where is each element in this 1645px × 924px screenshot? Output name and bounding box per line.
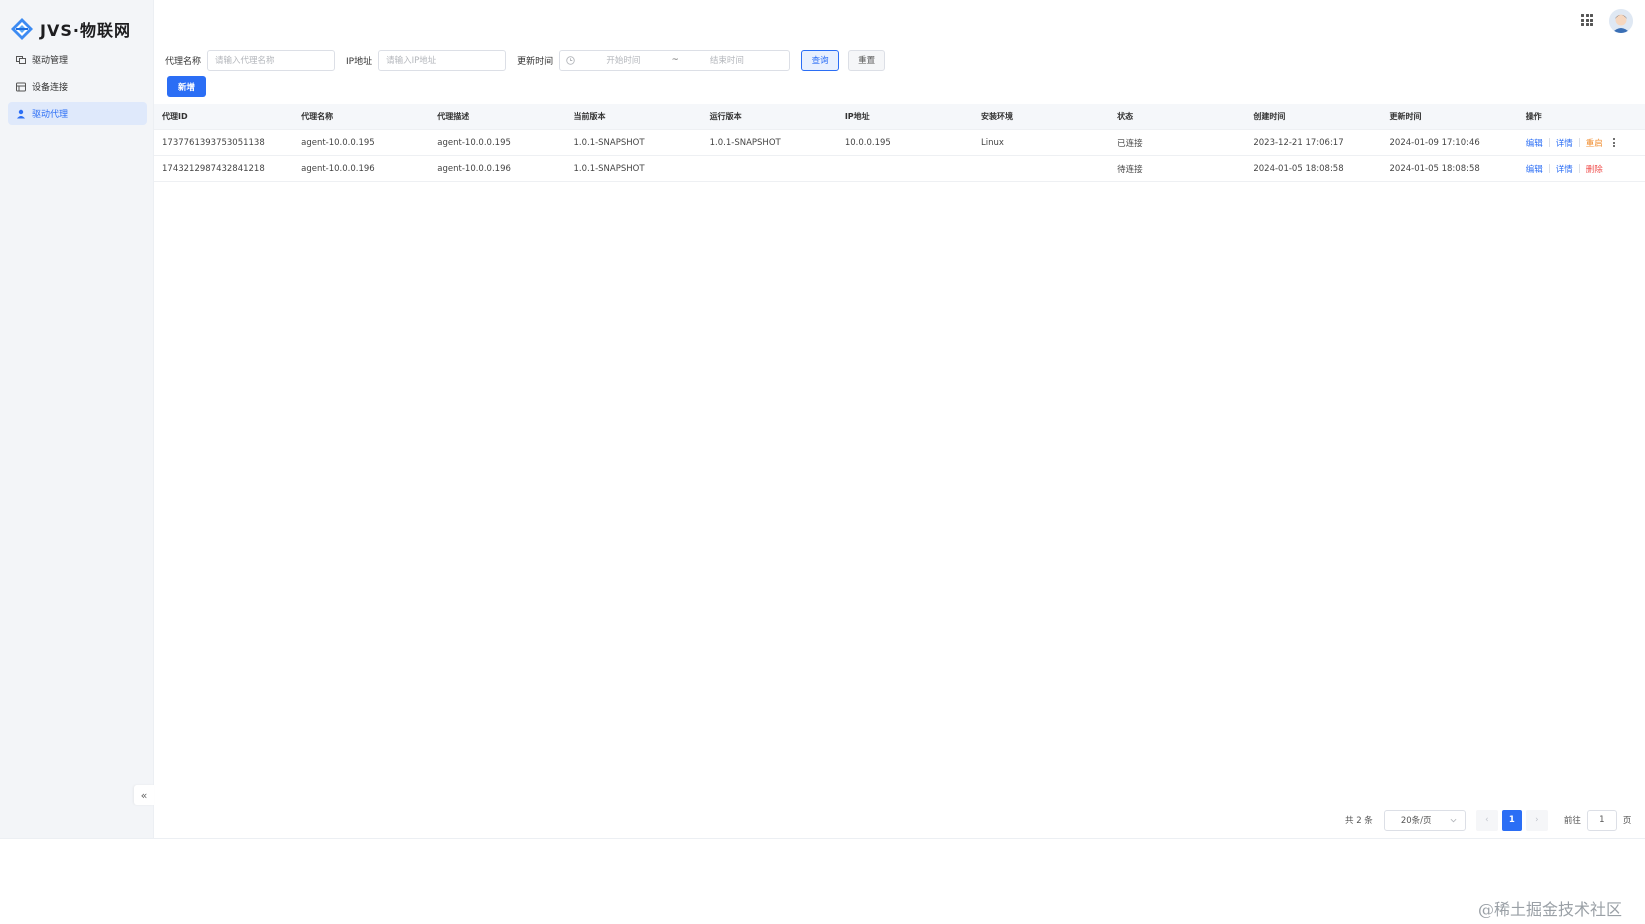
divider [1578, 138, 1580, 147]
delete-link[interactable]: 删除 [1586, 163, 1603, 175]
table-header: 代理ID 代理名称 代理描述 当前版本 运行版本 IP地址 安装环境 状态 创建… [154, 104, 1645, 130]
cell-current-version: 1.0.1-SNAPSHOT [573, 163, 645, 174]
cell-agent-name: agent-10.0.0.195 [301, 137, 375, 148]
device-icon [16, 82, 26, 92]
next-page-button[interactable]: › [1525, 809, 1548, 831]
sidebar-collapse-button[interactable]: « [134, 785, 154, 805]
sidebar-item-label: 驱动代理 [32, 110, 69, 120]
column-header[interactable]: 更新时间 [1382, 111, 1518, 122]
cell-agent-desc: agent-10.0.0.196 [437, 163, 511, 174]
cell-updated: 2024-01-05 18:08:58 [1389, 163, 1480, 174]
detail-link[interactable]: 详情 [1556, 163, 1573, 175]
column-header[interactable]: 代理名称 [293, 111, 429, 122]
divider [1578, 164, 1580, 173]
column-header[interactable]: 当前版本 [565, 111, 701, 122]
driver-icon [16, 55, 26, 65]
prev-page-button[interactable]: ‹ [1475, 809, 1498, 831]
page-size-select[interactable]: 20条/页 [1383, 809, 1466, 831]
sidebar: JVS·物联网 驱动管理 设备连接 驱动代理 « [0, 0, 154, 838]
person-icon [16, 109, 26, 119]
cell-created: 2023-12-21 17:06:17 [1253, 137, 1344, 148]
goto-page-input[interactable]: 1 [1586, 809, 1617, 831]
sidebar-item-label: 设备连接 [32, 83, 69, 93]
sidebar-item-driver-agent[interactable]: 驱动代理 [8, 102, 147, 125]
agent-table: 代理ID 代理名称 代理描述 当前版本 运行版本 IP地址 安装环境 状态 创建… [154, 104, 1645, 182]
cell-agent-id: 1743212987432841218 [162, 163, 265, 174]
end-time-input[interactable]: 结束时间 [687, 54, 767, 66]
chevron-down-icon [1450, 818, 1457, 822]
reset-button[interactable]: 重置 [848, 49, 886, 71]
apps-grid-icon[interactable] [1581, 14, 1593, 26]
agent-name-input[interactable]: 请输入代理名称 [207, 49, 336, 71]
table-row: 1737761393753051138 agent-10.0.0.195 age… [154, 130, 1645, 156]
cell-current-version: 1.0.1-SNAPSHOT [573, 137, 645, 148]
column-header: 操作 [1525, 112, 1542, 121]
page-size-value: 20条/页 [1400, 816, 1432, 826]
clock-icon [566, 55, 575, 65]
column-header[interactable]: 创建时间 [1245, 111, 1381, 122]
logo-icon [11, 18, 33, 40]
more-vertical-icon[interactable] [1612, 138, 1616, 147]
cell-ip: 10.0.0.195 [844, 137, 891, 148]
cell-ops: 编辑 详情 重启 [1518, 137, 1645, 149]
agent-name-label: 代理名称 [165, 56, 202, 67]
divider [1548, 164, 1550, 173]
cell-env: Linux [981, 137, 1004, 148]
sidebar-item-driver-management[interactable]: 驱动管理 [8, 48, 147, 71]
sidebar-item-label: 驱动管理 [32, 56, 69, 66]
update-time-label: 更新时间 [517, 56, 554, 67]
table-row: 1743212987432841218 agent-10.0.0.196 age… [154, 156, 1645, 182]
sidebar-item-device-connection[interactable]: 设备连接 [8, 75, 147, 98]
pagination: 共 2 条 20条/页 ‹ 1 › 前往 1 页 [1345, 809, 1631, 831]
cell-agent-desc: agent-10.0.0.195 [437, 137, 511, 148]
edit-link[interactable]: 编辑 [1526, 163, 1543, 175]
sidebar-nav: 驱动管理 设备连接 驱动代理 [8, 48, 147, 129]
column-header[interactable]: 运行版本 [702, 111, 837, 122]
cell-status: 待连接 [1117, 164, 1143, 175]
goto-label: 前往 [1563, 816, 1581, 826]
page-1-button[interactable]: 1 [1501, 809, 1522, 831]
logo-text: JVS·物联网 [40, 21, 131, 40]
date-range-picker[interactable]: 开始时间 ~ 结束时间 [559, 49, 791, 71]
query-button[interactable]: 查询 [801, 49, 840, 71]
logo[interactable]: JVS·物联网 [10, 16, 131, 42]
restart-link[interactable]: 重启 [1586, 137, 1603, 149]
cell-created: 2024-01-05 18:08:58 [1253, 163, 1344, 174]
ip-label: IP地址 [346, 56, 373, 67]
column-header[interactable]: IP地址 [837, 111, 973, 122]
cell-agent-id: 1737761393753051138 [162, 137, 265, 148]
column-header[interactable]: 代理描述 [429, 111, 565, 122]
total-count: 共 2 条 [1345, 816, 1373, 826]
add-button[interactable]: 新增 [167, 76, 206, 97]
divider [1548, 138, 1550, 147]
page-unit-label: 页 [1622, 816, 1632, 826]
column-header[interactable]: 状态 [1109, 111, 1245, 122]
search-bar: 代理名称 请输入代理名称 IP地址 请输入IP地址 更新时间 开始时间 ~ 结束… [165, 49, 886, 71]
detail-link[interactable]: 详情 [1556, 137, 1573, 149]
watermark-text: @稀土掘金技术社区 [1478, 900, 1623, 919]
column-header[interactable]: 代理ID [154, 111, 293, 122]
avatar[interactable] [1609, 9, 1633, 33]
edit-link[interactable]: 编辑 [1526, 137, 1543, 149]
range-separator: ~ [671, 55, 679, 65]
divider [0, 838, 1645, 839]
cell-status: 已连接 [1117, 138, 1143, 149]
column-header[interactable]: 安装环境 [973, 111, 1109, 122]
cell-updated: 2024-01-09 17:10:46 [1389, 137, 1480, 148]
user-avatar-icon [1609, 9, 1633, 33]
cell-running-version: 1.0.1-SNAPSHOT [709, 137, 781, 148]
cell-agent-name: agent-10.0.0.196 [301, 163, 375, 174]
ip-input[interactable]: 请输入IP地址 [378, 49, 507, 71]
cell-ops: 编辑 详情 删除 [1518, 163, 1645, 175]
start-time-input[interactable]: 开始时间 [583, 54, 663, 66]
